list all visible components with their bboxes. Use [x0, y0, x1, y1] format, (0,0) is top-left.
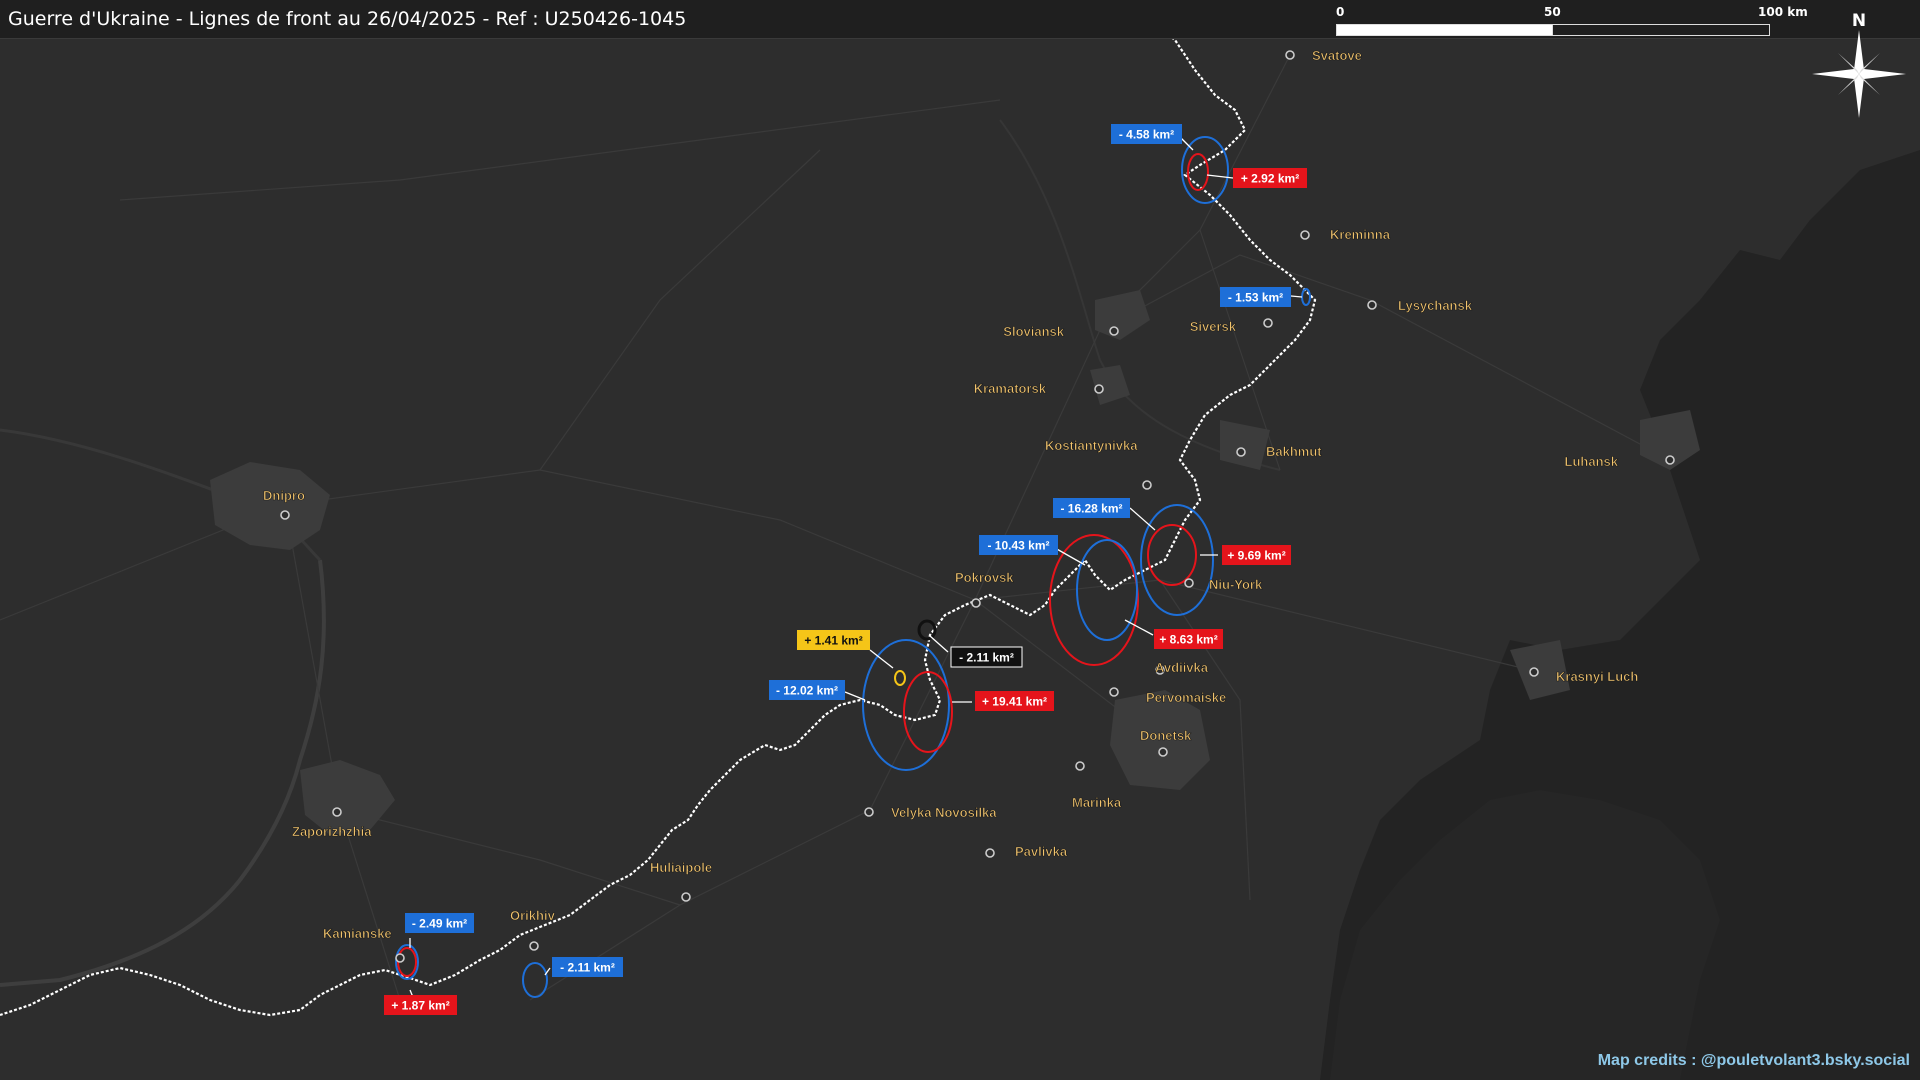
city-label: Niu-York — [1209, 577, 1263, 592]
compass-north-label: N — [1852, 11, 1866, 31]
city-label: Kreminna — [1330, 227, 1391, 242]
city-label: Zaporizhzhia — [292, 824, 372, 839]
change-label: - 2.11 km² — [560, 961, 615, 975]
city-marker-icon — [1109, 326, 1119, 336]
city-label: Huliaipole — [650, 860, 712, 875]
change-box-neutral: - 2.11 km² — [950, 646, 1023, 668]
city-label: Pavlivka — [1015, 844, 1068, 859]
change-label: - 16.28 km² — [1060, 502, 1122, 516]
scale-label-50: 50 — [1544, 5, 1561, 19]
change-label: + 8.63 km² — [1159, 633, 1217, 647]
scale-label-100: 100 km — [1758, 5, 1808, 19]
change-box-loss: - 10.43 km² — [979, 535, 1058, 555]
city-label: Kamianske — [323, 926, 392, 941]
map-canvas[interactable]: Svatove Kreminna Lysychansk Siversk Slovians… — [0, 0, 1920, 1080]
city-marker-icon — [1367, 300, 1377, 310]
change-label: + 1.87 km² — [391, 999, 449, 1013]
change-box-gain: + 19.41 km² — [975, 691, 1054, 711]
city-label: Pokrovsk — [955, 570, 1014, 585]
city-label: Siversk — [1190, 319, 1237, 334]
city-label: Avdiivka — [1155, 660, 1209, 675]
change-label: - 10.43 km² — [987, 539, 1049, 553]
change-label: - 4.58 km² — [1119, 128, 1174, 142]
city-label: Kramatorsk — [974, 381, 1047, 396]
change-box-loss: - 2.49 km² — [405, 913, 474, 933]
scale-segment — [1552, 24, 1770, 36]
city-marker-icon — [971, 598, 981, 608]
compass-rose-icon: N — [1812, 11, 1906, 118]
city-marker-icon — [1158, 747, 1168, 757]
city-label: Marinka — [1072, 795, 1122, 810]
city-label: Krasnyi Luch — [1556, 669, 1638, 684]
change-label: - 2.11 km² — [959, 651, 1014, 665]
city-label: Sloviansk — [1003, 324, 1064, 339]
city-marker-icon — [1285, 50, 1295, 60]
change-box-gain: + 8.63 km² — [1154, 629, 1223, 649]
city-marker-icon — [332, 807, 342, 817]
city-label: Pervomaiske — [1146, 690, 1226, 705]
city-marker-icon — [1094, 384, 1104, 394]
city-marker-icon — [1263, 318, 1273, 328]
change-box-gain: + 1.87 km² — [384, 995, 457, 1015]
change-label: - 2.49 km² — [412, 917, 467, 931]
change-box-gain: + 9.69 km² — [1222, 545, 1291, 565]
city-marker-icon — [529, 941, 539, 951]
change-label: - 12.02 km² — [776, 684, 838, 698]
city-marker-icon — [1109, 687, 1119, 697]
city-marker-icon — [1529, 667, 1539, 677]
change-box-loss: - 4.58 km² — [1111, 124, 1182, 144]
change-label: + 2.92 km² — [1241, 172, 1299, 186]
title-bar: Guerre d'Ukraine - Lignes de front au 26… — [0, 0, 1920, 39]
city-label: Svatove — [1312, 48, 1362, 63]
change-label: - 1.53 km² — [1228, 291, 1283, 305]
city-marker-icon — [1300, 230, 1310, 240]
city-marker-icon — [1184, 578, 1194, 588]
city-label: Donetsk — [1140, 728, 1192, 743]
change-box-loss: - 16.28 km² — [1053, 498, 1130, 518]
city-label: Bakhmut — [1266, 444, 1322, 459]
city-marker-icon — [985, 848, 995, 858]
change-box-gain: + 2.92 km² — [1233, 168, 1307, 188]
map-credits: Map credits : @pouletvolant3.bsky.social — [1597, 1052, 1910, 1069]
city-marker-icon — [1075, 761, 1085, 771]
change-box-loss: - 2.11 km² — [552, 957, 623, 977]
city-marker-icon — [681, 892, 691, 902]
scale-label-0: 0 — [1336, 5, 1345, 19]
city-marker-icon — [280, 510, 290, 520]
city-label: Luhansk — [1565, 454, 1619, 469]
city-label: Dnipro — [263, 488, 305, 503]
change-label: + 19.41 km² — [982, 695, 1047, 709]
city-avdiivka[interactable]: Avdiivka — [1155, 660, 1209, 676]
city-marker-icon — [1665, 455, 1675, 465]
city-marker-icon — [864, 807, 874, 817]
city-label: Kostiantynivka — [1045, 438, 1138, 453]
city-marker-icon — [1236, 447, 1246, 457]
change-box-loss: - 1.53 km² — [1220, 287, 1291, 307]
change-label: + 9.69 km² — [1227, 549, 1285, 563]
scale-segment — [1336, 24, 1554, 36]
change-box-loss: - 12.02 km² — [769, 680, 845, 700]
city-label: Lysychansk — [1398, 298, 1473, 313]
city-marker-icon — [1142, 480, 1152, 490]
map-title: Guerre d'Ukraine - Lignes de front au 26… — [8, 8, 687, 30]
city-label: Orikhiv — [510, 908, 556, 923]
city-label: Velyka Novosilka — [891, 805, 997, 820]
change-box-other: + 1.41 km² — [797, 630, 870, 650]
scale-bar: 0 50 100 km — [1336, 4, 1808, 36]
city-marker-icon — [395, 953, 405, 963]
change-label: + 1.41 km² — [804, 634, 862, 648]
